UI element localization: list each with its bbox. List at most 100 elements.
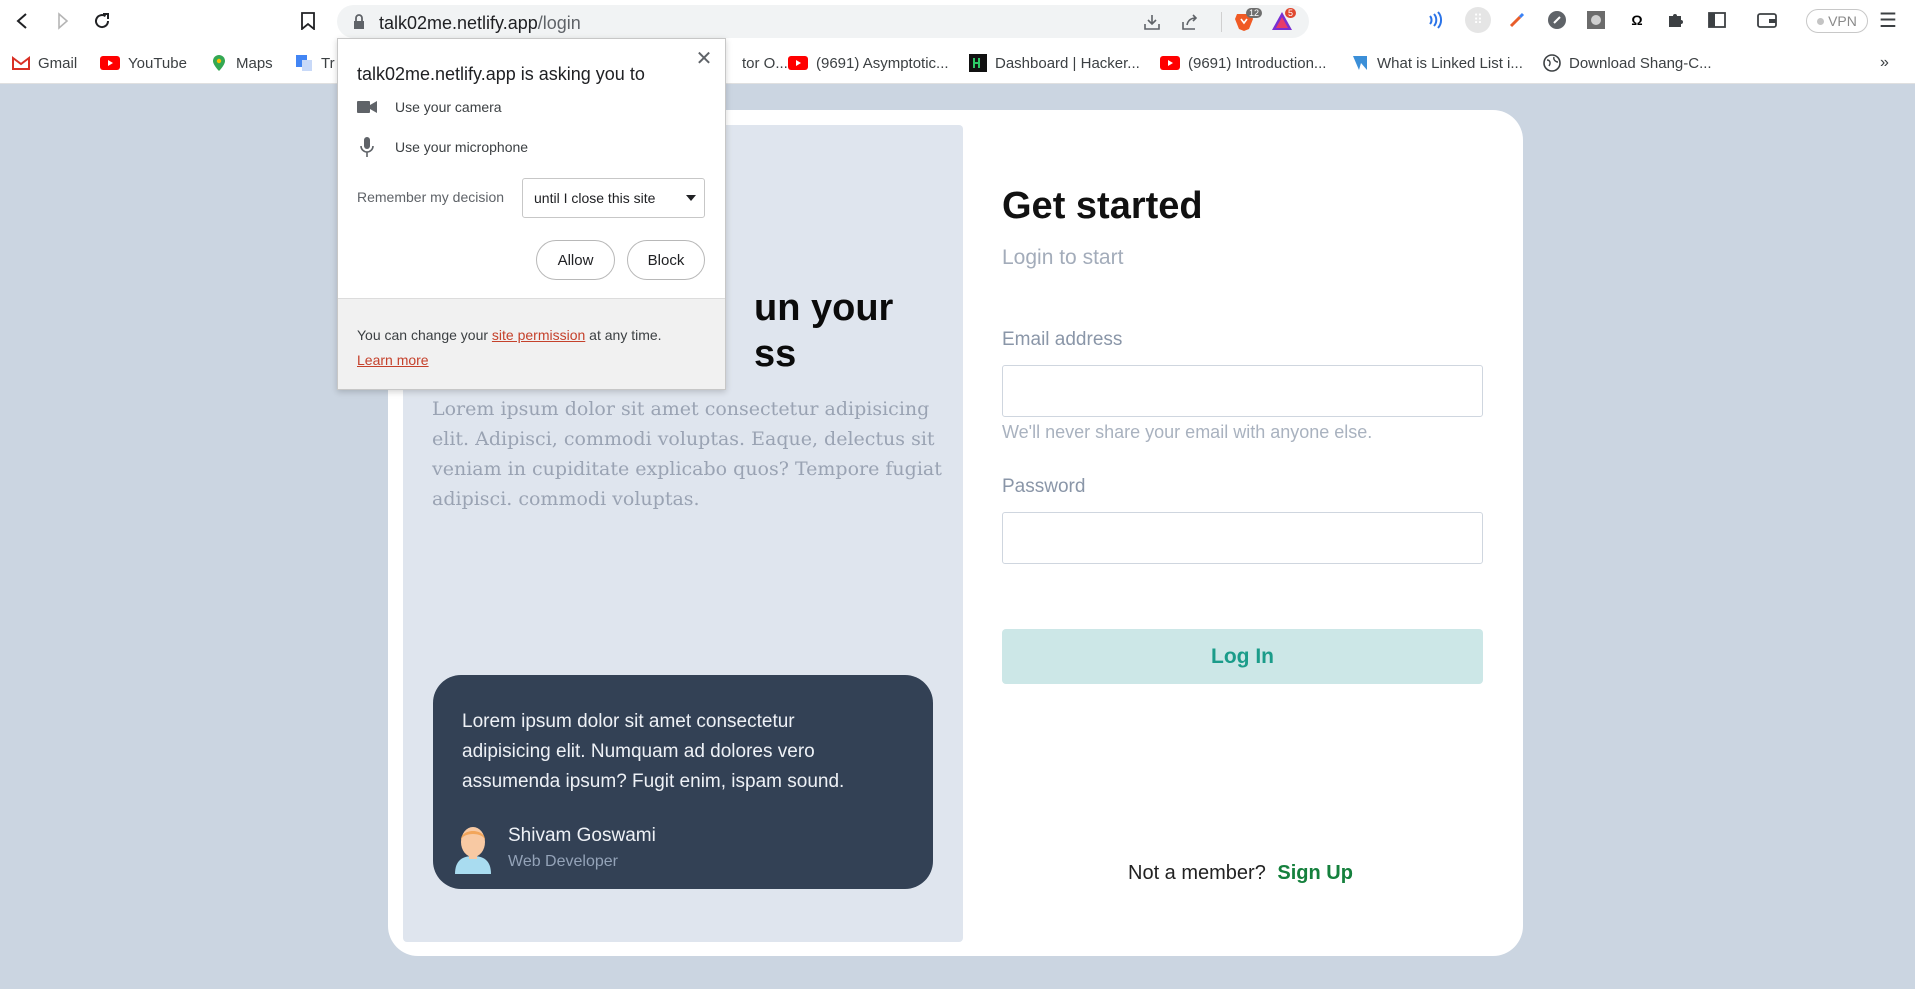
allow-button[interactable]: Allow (536, 240, 615, 280)
testimonial-name: Shivam Goswami (508, 825, 656, 846)
permission-footer: You can change your site permission at a… (338, 298, 725, 389)
wallet-button[interactable] (1756, 9, 1778, 31)
rewards-count-badge: 5 (1285, 8, 1297, 18)
browser-menu-button[interactable]: ☰ (1877, 9, 1899, 32)
wallet-icon (1757, 13, 1777, 28)
page-title: Get started (1002, 185, 1203, 227)
extension-shield-button[interactable] (1585, 9, 1607, 31)
bookmark-translate[interactable]: Tr (295, 51, 335, 75)
extensions-menu-button[interactable] (1665, 9, 1687, 31)
remember-decision-label: Remember my decision (357, 189, 505, 205)
permission-popup: talk02me.netlify.app is asking you to ✕ … (337, 38, 726, 390)
password-label: Password (1002, 476, 1086, 497)
vpn-status-dot (1817, 17, 1825, 25)
bookmark-page-button[interactable] (296, 9, 320, 33)
testimonial-role: Web Developer (508, 853, 618, 870)
extension-color-picker-button[interactable] (1506, 9, 1528, 31)
bookmark-label: Tr (321, 54, 335, 72)
bookmark-download-shang[interactable]: Download Shang-C... (1543, 51, 1712, 75)
sign-up-link[interactable]: Sign Up (1277, 862, 1353, 884)
block-button[interactable]: Block (627, 240, 705, 280)
more-bookmarks-button[interactable]: » (1880, 51, 1889, 75)
shields-count-badge: 12 (1246, 8, 1263, 18)
microphone-permission-label: Use your microphone (395, 139, 529, 155)
double-chevron-icon: » (1880, 54, 1889, 71)
footer-text-prefix: You can change your (357, 327, 492, 343)
bookmark-youtube[interactable]: YouTube (100, 51, 187, 75)
extension-omega-button[interactable]: Ω (1626, 9, 1648, 31)
email-hint: We'll never share your email with anyone… (1002, 422, 1373, 442)
chevron-down-icon (686, 195, 696, 201)
bookmark-label: Maps (236, 54, 273, 72)
vpn-button[interactable]: VPN (1806, 9, 1868, 33)
reload-button[interactable] (90, 9, 114, 33)
vpn-label: VPN (1828, 13, 1857, 29)
bookmarks-bar: Gmail YouTube Maps Tr tor O... (9691) As… (0, 42, 1915, 84)
dots-grid-icon: ⠿ (1473, 12, 1483, 27)
globe-icon (1543, 54, 1561, 72)
bookmark-maps[interactable]: Maps (210, 51, 273, 75)
maps-pin-icon (213, 55, 225, 71)
omnibox-divider (1221, 12, 1222, 32)
extension-wifi-button[interactable] (1425, 9, 1447, 31)
site-logo-icon (1353, 56, 1367, 70)
youtube-icon (788, 56, 808, 70)
reload-icon (95, 13, 110, 29)
hackerrank-icon (969, 54, 987, 72)
not-member-text: Not a member? (1128, 862, 1266, 884)
browser-toolbar: talk02me.netlify.app/login 12 5 ⠿ Ω VPN … (0, 0, 1915, 42)
site-permission-link[interactable]: site permission (492, 327, 585, 343)
microphone-icon (357, 137, 377, 157)
back-icon (16, 13, 27, 29)
password-field[interactable] (1002, 512, 1483, 564)
camera-icon (357, 97, 377, 117)
shield-image-icon (1587, 11, 1605, 29)
brave-shields-button[interactable]: 12 (1233, 8, 1263, 34)
testimonial-card: Lorem ipsum dolor sit amet consectetur a… (433, 675, 933, 889)
dark-circle-icon (1548, 11, 1566, 29)
bookmark-label: What is Linked List i... (1377, 54, 1523, 72)
remember-decision-value: until I close this site (534, 190, 656, 206)
youtube-icon (100, 56, 120, 70)
bookmark-label: (9691) Asymptotic... (816, 54, 949, 72)
bookmark-asymptotic[interactable]: (9691) Asymptotic... (788, 51, 949, 75)
address-bar[interactable]: talk02me.netlify.app/login 12 5 (337, 5, 1309, 38)
bookmark-label: YouTube (128, 54, 187, 72)
omega-icon: Ω (1631, 12, 1643, 28)
bookmark-introduction[interactable]: (9691) Introduction... (1160, 51, 1326, 75)
camera-permission-label: Use your camera (395, 99, 502, 115)
avatar (455, 827, 491, 874)
email-field[interactable] (1002, 365, 1483, 417)
signal-waves-icon (1429, 11, 1442, 29)
puzzle-icon (1669, 14, 1683, 27)
signup-prompt: Not a member? Sign Up (1128, 862, 1353, 885)
back-button[interactable] (11, 9, 35, 33)
page-subtitle: Login to start (1002, 246, 1124, 269)
bookmark-hackerrank[interactable]: Dashboard | Hacker... (969, 51, 1140, 75)
translate-icon (296, 55, 312, 71)
camera-permission-row: Use your camera (357, 96, 502, 118)
footer-text-suffix: at any time. (585, 327, 662, 343)
bookmark-label: tor O... (742, 54, 788, 72)
bookmark-linked-list[interactable]: What is Linked List i... (1351, 51, 1523, 75)
sidebar-toggle-button[interactable] (1706, 9, 1728, 31)
install-icon[interactable] (1142, 12, 1162, 32)
close-button[interactable]: ✕ (695, 48, 713, 70)
bookmark-gmail[interactable]: Gmail (12, 51, 77, 75)
lock-icon (354, 14, 364, 29)
bookmark-label: (9691) Introduction... (1188, 54, 1327, 72)
extension-circle-button[interactable]: ⠿ (1465, 7, 1491, 33)
brave-rewards-button[interactable]: 5 (1271, 8, 1297, 34)
share-icon[interactable] (1180, 12, 1200, 32)
remember-decision-select[interactable]: until I close this site (522, 178, 705, 218)
bookmark-partial[interactable]: tor O... (742, 51, 788, 75)
login-button[interactable]: Log In (1002, 629, 1483, 684)
extension-dark-button[interactable] (1546, 9, 1568, 31)
permission-footer-text: You can change your site permission at a… (357, 323, 707, 373)
learn-more-link[interactable]: Learn more (357, 352, 429, 368)
forward-icon (58, 12, 69, 30)
microphone-permission-row: Use your microphone (357, 136, 528, 158)
close-icon: ✕ (695, 47, 713, 70)
forward-button[interactable] (50, 9, 74, 33)
testimonial-quote: Lorem ipsum dolor sit amet consectetur a… (462, 711, 845, 792)
